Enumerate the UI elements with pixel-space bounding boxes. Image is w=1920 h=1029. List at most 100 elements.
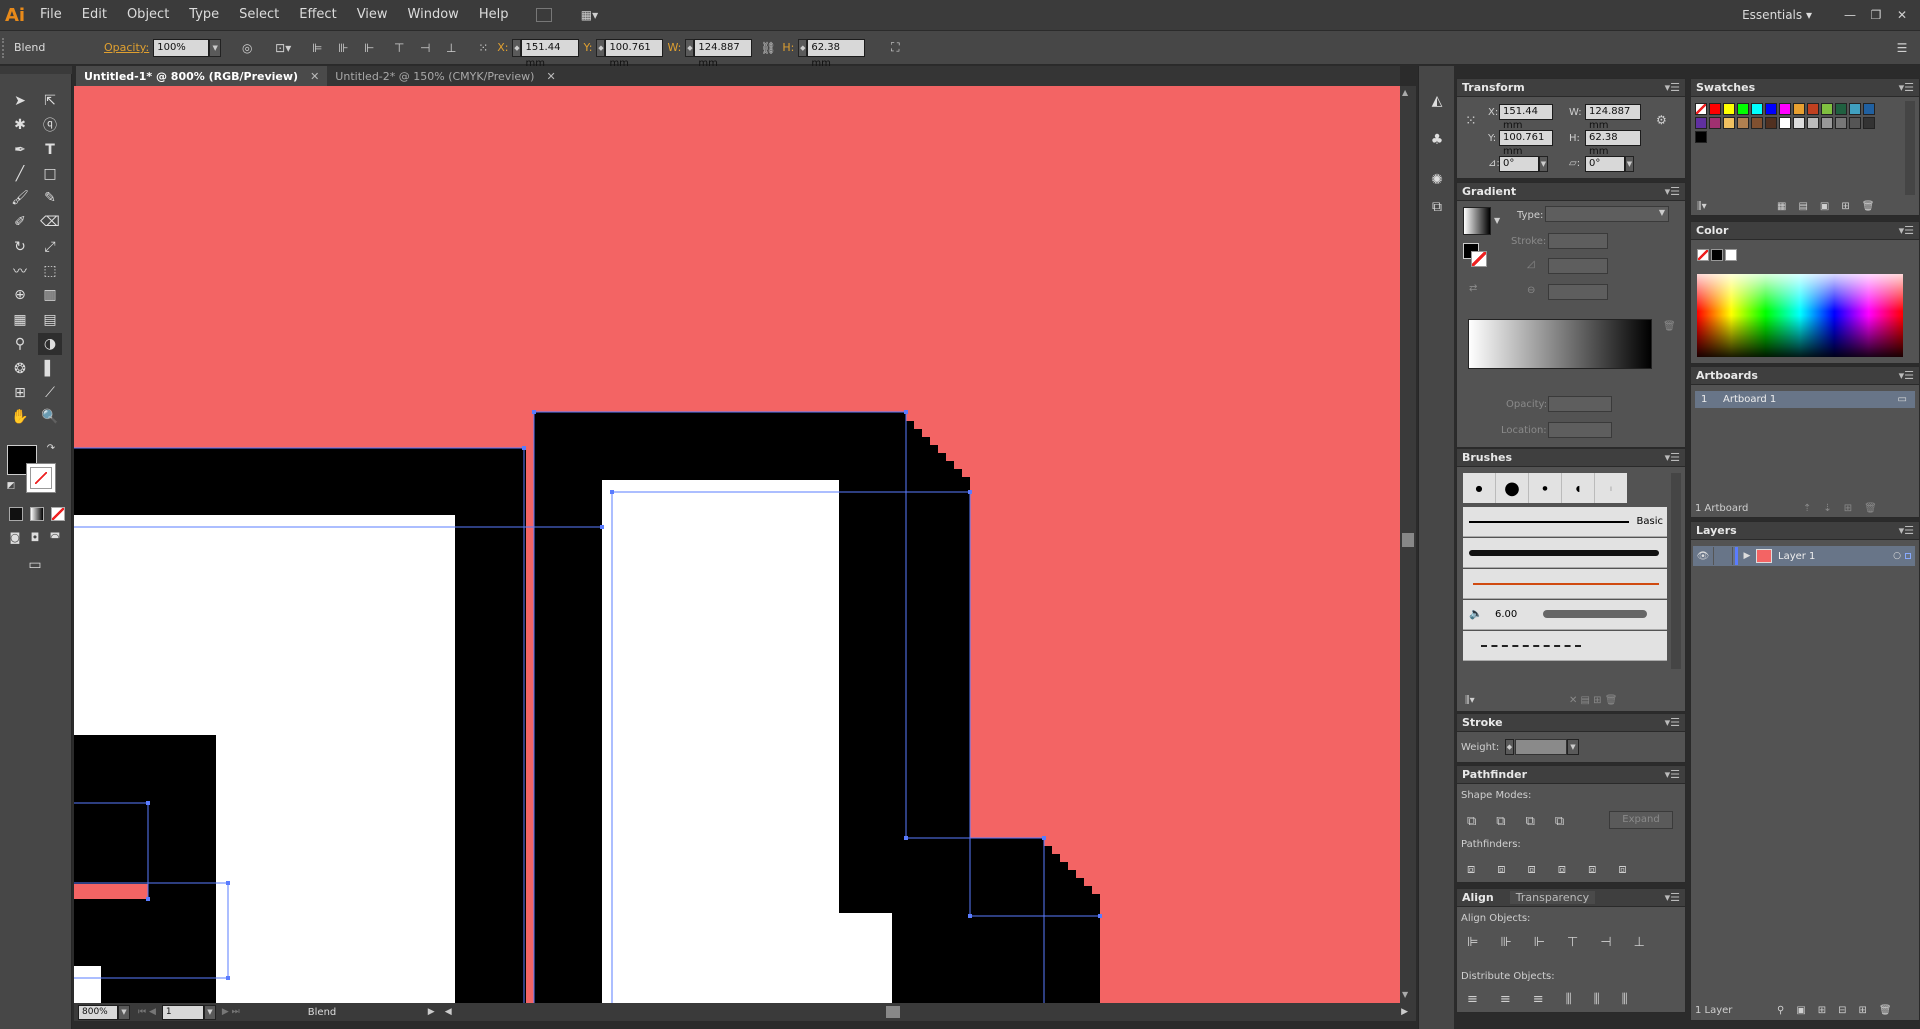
expand-layer-icon[interactable]: ▶ [1738, 551, 1756, 561]
slice-tool-icon[interactable]: ⟋ [38, 382, 62, 404]
direct-selection-tool-icon[interactable]: ⇱ [38, 90, 62, 112]
panel-menu-icon[interactable]: ▾☰ [1899, 369, 1914, 382]
mesh-tool-icon[interactable]: ▦ [8, 309, 32, 331]
reference-point-icon[interactable]: ⁙ [1465, 113, 1477, 129]
lock-toggle[interactable] [1713, 547, 1733, 565]
selection-tool-icon[interactable]: ➤ [8, 90, 32, 112]
symbols-panel-icon[interactable]: ♣ [1425, 129, 1449, 151]
h-field[interactable]: 62.38 mm [807, 38, 866, 69]
column-graph-tool-icon[interactable]: ▌ [38, 358, 62, 380]
pathfinder-buttons[interactable]: ⧈⧈⧈⧈⧈⧈ [1467, 862, 1649, 877]
opacity-dropdown-icon[interactable]: ▼ [209, 38, 222, 57]
first-artboard-icon[interactable]: ⏮ ◀ [138, 1007, 156, 1017]
swatch[interactable] [1849, 103, 1861, 115]
horizontal-scroll-thumb[interactable] [885, 1006, 900, 1018]
x-stepper-icon[interactable]: ◆ [512, 38, 522, 57]
pen-tool-icon[interactable]: ✒ [8, 139, 32, 161]
swatch[interactable] [1807, 103, 1819, 115]
gradient-thumbnail[interactable] [1463, 207, 1491, 235]
bristle-brush-row[interactable]: 🔈 6.00 [1463, 600, 1667, 630]
panel-menu-icon[interactable]: ▾☰ [1665, 451, 1680, 464]
swatch[interactable] [1793, 117, 1805, 129]
blob-brush-tool-icon[interactable]: ✐ [8, 211, 32, 233]
swatch[interactable] [1821, 103, 1833, 115]
swatch[interactable] [1807, 117, 1819, 129]
bridge-icon[interactable] [536, 8, 553, 22]
eyedropper-tool-icon[interactable]: ⚲ [8, 333, 32, 355]
swap-fill-stroke-icon[interactable]: ↷ [44, 441, 58, 455]
default-fill-stroke-icon[interactable]: ◩ [4, 479, 18, 493]
swatch[interactable] [1695, 131, 1707, 143]
line-tool-icon[interactable]: ╱ [8, 163, 32, 185]
type-tool-icon[interactable]: T [38, 139, 62, 161]
charcoal-brush-row[interactable] [1463, 538, 1667, 568]
rotate-field[interactable]: 0° [1499, 156, 1539, 172]
reference-point-icon[interactable]: ⁙ [473, 38, 493, 58]
panel-menu-icon[interactable]: ▾☰ [1899, 224, 1914, 237]
close-button[interactable]: ✕ [1892, 5, 1912, 25]
color-mode-icon[interactable] [9, 507, 23, 521]
transform-x-field[interactable]: 151.44 mm [1499, 104, 1553, 131]
draw-behind-icon[interactable]: ◘ [26, 528, 44, 546]
artboard-actions-icons[interactable]: ⇡⇣⊞🗑 [1803, 503, 1889, 514]
menu-help[interactable]: Help [469, 0, 519, 30]
gradient-slider[interactable] [1468, 319, 1652, 369]
pattern-brush-row[interactable] [1463, 631, 1667, 661]
zoom-tool-icon[interactable]: 🔍 [38, 406, 62, 428]
draw-normal-icon[interactable]: ◙ [6, 528, 24, 546]
swatch[interactable] [1863, 103, 1875, 115]
menu-window[interactable]: Window [398, 0, 469, 30]
target-icon[interactable]: ○ [1893, 551, 1901, 561]
artboard-number-field[interactable]: 1 [161, 1004, 204, 1020]
weight-stepper-icon[interactable]: ◆ [1505, 739, 1514, 755]
control-panel-menu-icon[interactable]: ☰ [1892, 38, 1912, 58]
lasso-tool-icon[interactable]: ⓠ [38, 114, 62, 136]
shape-mode-buttons[interactable]: ⧉⧉⧉⧉ [1467, 814, 1584, 829]
scale-tool-icon[interactable]: ⤢ [38, 236, 62, 258]
menu-view[interactable]: View [347, 0, 398, 30]
swatch[interactable] [1751, 117, 1763, 129]
align-right-icon[interactable]: ⊩ [359, 38, 379, 58]
brush-dot-tiny-icon[interactable]: ● [1529, 473, 1562, 503]
rotate-tool-icon[interactable]: ↻ [8, 236, 32, 258]
panel-menu-icon[interactable]: ▾☰ [1665, 185, 1680, 198]
swatch[interactable] [1793, 103, 1805, 115]
symbol-sprayer-tool-icon[interactable]: ❂ [8, 358, 32, 380]
graphic-styles-panel-icon[interactable]: ⧉ [1425, 196, 1449, 218]
stroke-swatch[interactable] [26, 463, 56, 493]
swatch[interactable] [1765, 103, 1777, 115]
basic-brush-row[interactable]: Basic [1463, 507, 1667, 537]
x-field[interactable]: 151.44 mm [521, 38, 580, 69]
constrain-proportions-icon[interactable]: ⛓ [758, 38, 778, 58]
blend-tool-icon[interactable]: ◑ [38, 333, 62, 355]
artboard-canvas[interactable] [74, 86, 1400, 1003]
layer-actions-icons[interactable]: ⚲▣⊞⊟⊞🗑 [1777, 1005, 1904, 1016]
brush-actions-icons[interactable]: ✕ ▤ ⊞ 🗑 [1569, 695, 1617, 706]
panel-menu-icon[interactable]: ▾☰ [1899, 81, 1914, 94]
workspace-switcher[interactable]: Essentials ▾ [1742, 8, 1812, 22]
rotate-dropdown-icon[interactable]: ▼ [1539, 156, 1548, 172]
swatch[interactable] [1737, 117, 1749, 129]
brush-faint-icon[interactable]: ı [1595, 473, 1627, 503]
w-field[interactable]: 124.887 mm [694, 38, 753, 69]
distribute-object-buttons[interactable]: ≡≡≡⫼⫼⫼ [1467, 992, 1650, 1007]
rectangle-tool-icon[interactable]: □ [38, 163, 62, 185]
swatches-scrollbar[interactable] [1905, 101, 1915, 195]
minimize-button[interactable]: — [1840, 5, 1860, 25]
y-field[interactable]: 100.761 mm [605, 38, 664, 69]
artboard-row[interactable]: 1 Artboard 1 ▭ [1695, 391, 1915, 408]
menu-effect[interactable]: Effect [289, 0, 346, 30]
swatch[interactable] [1737, 103, 1749, 115]
status-menu-icon[interactable]: ▶ [428, 1007, 435, 1017]
menu-type[interactable]: Type [179, 0, 229, 30]
swatch[interactable] [1709, 117, 1721, 129]
eraser-tool-icon[interactable]: ⌫ [38, 211, 62, 233]
menu-object[interactable]: Object [117, 0, 179, 30]
y-stepper-icon[interactable]: ◆ [596, 38, 606, 57]
swatch[interactable] [1835, 103, 1847, 115]
align-hcenter-icon[interactable]: ⊪ [333, 38, 353, 58]
gradient-opacity-field[interactable] [1548, 396, 1612, 412]
gradient-angle-field[interactable] [1548, 258, 1608, 274]
gradient-stroke-icon[interactable] [1471, 251, 1487, 267]
visibility-eye-icon[interactable]: 👁 [1693, 551, 1713, 562]
